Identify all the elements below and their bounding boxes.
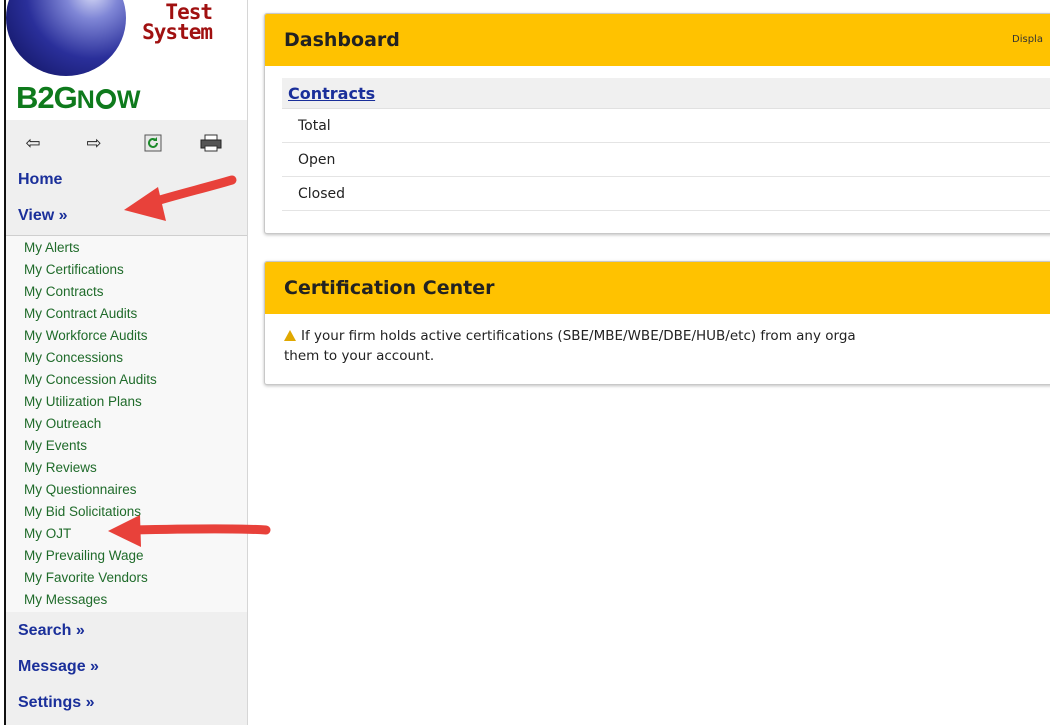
- toolbar: ⇦ ⇨: [6, 124, 247, 162]
- logo-line1: Test: [165, 0, 213, 24]
- certification-text1: If your firm holds active certifications…: [301, 328, 856, 344]
- back-arrow-icon[interactable]: ⇦: [22, 130, 44, 156]
- display-options-link[interactable]: Displa: [1012, 34, 1043, 45]
- menu-search[interactable]: Search »: [18, 621, 85, 641]
- brand-w: W: [116, 86, 141, 114]
- logo-line2: System: [142, 20, 213, 44]
- row-label-total: Total: [298, 117, 331, 134]
- brand-o-icon: [95, 89, 116, 109]
- sidebar: Test System B2GN W ⇦ ⇨ Home View » My Ale…: [4, 0, 248, 725]
- dashboard-panel: Dashboard Displa Contracts Total Open Cl…: [264, 13, 1050, 234]
- certification-title: Certification Center: [284, 277, 495, 299]
- forward-arrow-icon[interactable]: ⇨: [83, 130, 105, 156]
- table-row: Open: [282, 143, 1050, 177]
- logo: Test System B2GN W: [6, 0, 247, 120]
- view-item-my-events[interactable]: My Events: [24, 437, 87, 455]
- view-item-my-ojt[interactable]: My OJT: [24, 525, 71, 543]
- brand-logo: B2GN W: [16, 82, 140, 116]
- view-item-my-concession-audits[interactable]: My Concession Audits: [24, 371, 157, 389]
- row-label-closed: Closed: [298, 185, 346, 202]
- dashboard-header: Dashboard Displa: [265, 14, 1050, 66]
- view-submenu: My Alerts My Certifications My Contracts…: [6, 235, 247, 612]
- menu-view[interactable]: View »: [18, 206, 68, 226]
- contracts-link[interactable]: Contracts: [288, 84, 375, 103]
- brand-b2g: B2G: [16, 80, 78, 115]
- brand-n: N: [76, 86, 95, 114]
- print-glyph: [200, 134, 222, 152]
- view-item-my-certifications[interactable]: My Certifications: [24, 261, 124, 279]
- row-label-open: Open: [298, 151, 336, 168]
- certification-line1: If your firm holds active certifications…: [284, 326, 1050, 346]
- view-item-my-contracts[interactable]: My Contracts: [24, 283, 104, 301]
- view-item-my-questionnaires[interactable]: My Questionnaires: [24, 481, 137, 499]
- menu-settings[interactable]: Settings »: [18, 693, 94, 713]
- view-item-my-contract-audits[interactable]: My Contract Audits: [24, 305, 137, 323]
- view-item-my-utilization-plans[interactable]: My Utilization Plans: [24, 393, 142, 411]
- view-item-my-alerts[interactable]: My Alerts: [24, 239, 80, 257]
- view-item-my-reviews[interactable]: My Reviews: [24, 459, 97, 477]
- refresh-icon[interactable]: [142, 130, 164, 156]
- table-row: Total: [282, 109, 1050, 143]
- contracts-header: Contracts: [282, 78, 1050, 109]
- menu-home[interactable]: Home: [18, 170, 62, 190]
- view-item-my-messages[interactable]: My Messages: [24, 591, 107, 609]
- certification-panel: Certification Center If your firm holds …: [264, 261, 1050, 385]
- menu-message[interactable]: Message »: [18, 657, 99, 677]
- view-item-my-prevailing-wage[interactable]: My Prevailing Wage: [24, 547, 144, 565]
- view-item-my-concessions[interactable]: My Concessions: [24, 349, 123, 367]
- view-item-my-workforce-audits[interactable]: My Workforce Audits: [24, 327, 148, 345]
- view-item-my-favorite-vendors[interactable]: My Favorite Vendors: [24, 569, 148, 587]
- contracts-table: Contracts Total Open Closed: [282, 78, 1050, 211]
- refresh-glyph: [144, 134, 162, 152]
- dashboard-title: Dashboard: [284, 29, 400, 51]
- print-icon[interactable]: [198, 130, 224, 156]
- warning-icon: [284, 330, 296, 341]
- certification-line2: them to your account.: [284, 348, 435, 364]
- table-row: Closed: [282, 177, 1050, 211]
- certification-header: Certification Center: [265, 262, 1050, 314]
- view-item-my-bid-solicitations[interactable]: My Bid Solicitations: [24, 503, 141, 521]
- view-item-my-outreach[interactable]: My Outreach: [24, 415, 101, 433]
- logo-text: Test System: [106, 0, 213, 44]
- certification-message: If your firm holds active certifications…: [265, 314, 1050, 366]
